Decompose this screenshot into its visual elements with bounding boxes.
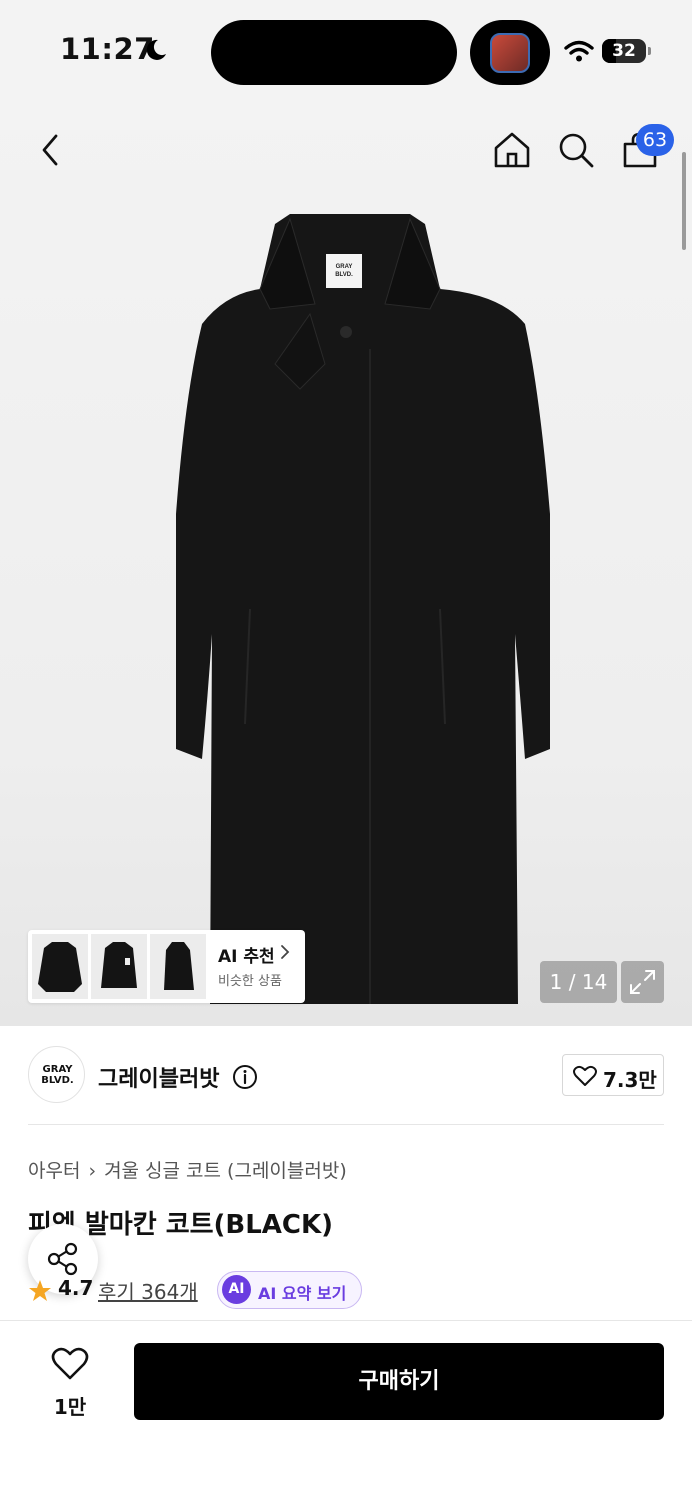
- info-icon[interactable]: [232, 1064, 258, 1090]
- wishlist-count: 1만: [53, 1395, 87, 1419]
- ai-recommend-title: AI 추천: [218, 947, 275, 967]
- similar-product-thumb[interactable]: [32, 934, 88, 999]
- heart-icon: [573, 1065, 597, 1086]
- star-icon: [29, 1280, 51, 1301]
- buy-button[interactable]: 구매하기: [134, 1343, 664, 1420]
- similar-product-thumb[interactable]: [91, 934, 147, 999]
- heart-icon: [51, 1347, 89, 1380]
- battery-level: 32: [612, 41, 636, 61]
- live-activity: [470, 20, 550, 85]
- back-icon[interactable]: [34, 130, 66, 170]
- status-time: 11:27: [60, 32, 155, 66]
- app-icon: [490, 33, 530, 73]
- ai-recommend-subtitle: 비슷한 상품: [218, 974, 282, 989]
- image-counter: 1 / 14: [540, 961, 617, 1003]
- brand-like-count: 7.3만: [603, 1068, 657, 1092]
- expand-button[interactable]: [621, 961, 664, 1003]
- product-photo: GRAY BLVD.: [176, 214, 550, 1004]
- breadcrumb-category[interactable]: 아우터: [28, 1160, 80, 1182]
- home-icon[interactable]: [492, 130, 532, 170]
- breadcrumb: 아우터 › 겨울 싱글 코트 (그레이블러밧): [28, 1156, 347, 1183]
- dynamic-island: [211, 20, 457, 85]
- search-icon[interactable]: [556, 130, 596, 170]
- status-bar: 11:27 32: [0, 0, 692, 100]
- chevron-right-icon: ›: [88, 1160, 97, 1182]
- wifi-icon: [564, 40, 594, 62]
- share-icon: [47, 1242, 78, 1276]
- bottom-action-bar: 1만 구매하기: [0, 1320, 692, 1500]
- battery-indicator: 32: [602, 39, 651, 63]
- ai-badge-icon: AI: [222, 1275, 251, 1304]
- scrollbar[interactable]: [682, 152, 686, 250]
- brand-logo[interactable]: GRAY BLVD.: [28, 1046, 85, 1103]
- breadcrumb-subcategory[interactable]: 겨울 싱글 코트 (그레이블러밧): [104, 1160, 347, 1182]
- chevron-right-icon: [281, 945, 290, 959]
- similar-products-card[interactable]: AI 추천 비슷한 상품: [28, 930, 305, 1003]
- cart-count-badge: 63: [636, 124, 674, 156]
- wishlist-button[interactable]: 1만: [30, 1347, 110, 1419]
- ai-summary-button[interactable]: AI AI 요약 보기: [217, 1271, 362, 1309]
- svg-text:BLVD.: BLVD.: [335, 272, 353, 278]
- ai-summary-label: AI 요약 보기: [258, 1284, 347, 1303]
- product-image-gallery[interactable]: GRAY BLVD. AI 추천 비슷한 상품 1 / 14: [0, 100, 692, 1026]
- divider: [28, 1124, 664, 1125]
- rating-value: 4.7: [58, 1276, 94, 1300]
- reviews-link[interactable]: 후기 364개: [98, 1276, 198, 1305]
- svg-text:GRAY: GRAY: [336, 264, 353, 270]
- expand-icon: [630, 970, 655, 994]
- moon-icon: [146, 39, 166, 60]
- similar-product-thumb[interactable]: [150, 934, 206, 999]
- brand-like-button[interactable]: 7.3만: [562, 1054, 664, 1096]
- brand-name[interactable]: 그레이블러밧: [98, 1061, 219, 1093]
